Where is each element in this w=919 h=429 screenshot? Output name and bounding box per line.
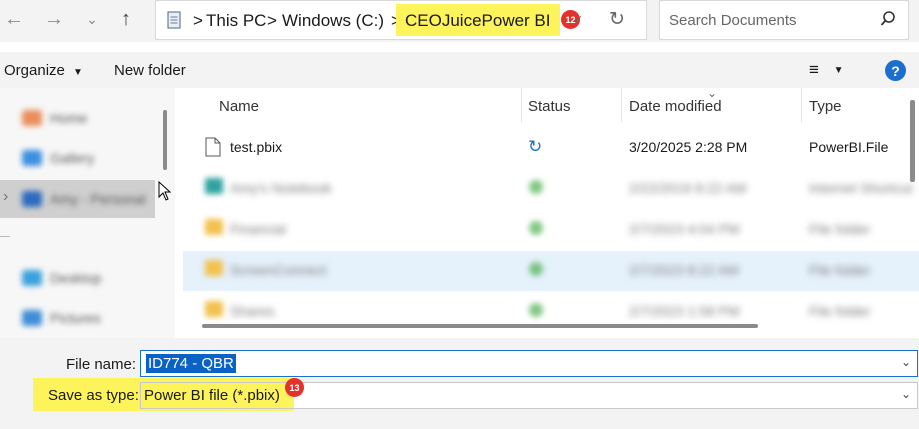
vertical-scrollbar[interactable] [910,100,915,182]
nav-item-label: Gallery [50,150,95,166]
recent-locations-button[interactable]: ⌄ [78,6,106,32]
file-name: Financial [230,221,287,237]
table-row[interactable]: test.pbix ↻ 3/20/2025 2:28 PM PowerBI.Fi… [183,128,919,168]
file-date: 2/22/2019 8:22 AM [629,180,747,196]
document-icon [167,11,181,29]
breadcrumb-ceojuice-power-bi[interactable]: CEOJuicePower BI [405,11,551,31]
step-badge: 13 [285,378,304,397]
search-icon[interactable] [880,10,896,28]
caret-down-icon: ▼ [73,67,83,78]
cloud-icon [22,191,42,207]
nav-item-pictures[interactable]: Pictures [22,307,101,329]
divider [0,236,10,237]
address-bar[interactable]: > This PC > Windows (C:) > CEOJuicePower… [155,0,647,40]
folder-icon [205,260,223,276]
status-icon [529,262,543,276]
file-name-input[interactable]: ID774 - QBR [146,354,236,373]
horizontal-scrollbar[interactable] [202,324,758,328]
chevron-down-icon[interactable]: ⌄ [901,355,911,369]
help-button[interactable]: ? [885,60,906,81]
nav-scrollbar[interactable] [163,110,167,170]
mouse-cursor-icon [158,181,172,201]
table-row[interactable]: Amy's Notebook 2/22/2019 8:22 AM Interne… [183,169,919,209]
nav-item-desktop[interactable]: Desktop [22,267,101,289]
chevron-down-icon[interactable]: ✓ [574,13,583,26]
nav-item-home[interactable]: Home [22,107,87,129]
file-type: File folder [809,303,871,319]
table-row[interactable]: ScreenConnect 2/7/2023 8:22 AM File fold… [183,251,919,291]
file-name: test.pbix [230,139,283,155]
file-name-label: File name: [66,356,137,373]
column-header-name[interactable]: Name [219,98,259,115]
chevron-down-icon: ⌄ [86,10,98,27]
search-box[interactable]: Search Documents [659,0,909,40]
nav-item-onedrive[interactable]: Amy - Personal [22,188,146,210]
list-view-icon: ≡ [809,60,819,79]
arrow-up-icon: ↑ [121,7,131,30]
folder-icon [205,301,223,317]
gallery-icon [22,150,42,166]
file-list: ⌄ Name Status Date modified Type test.pb… [183,88,919,338]
file-name-field[interactable]: ID774 - QBR ⌄ [140,350,918,377]
file-date: 2/7/2023 4:04 PM [629,221,740,237]
file-name: ScreenConnect [230,262,327,278]
breadcrumb-sep: > [193,11,203,30]
shortcut-icon [205,178,223,194]
command-bar: Organize ▼ New folder ≡ ▼ ? [0,52,919,88]
arrow-right-icon: → [44,7,64,30]
status-icon [529,221,543,235]
organize-button[interactable]: Organize ▼ [4,62,83,79]
breadcrumb-this-pc[interactable]: This PC [206,11,266,31]
pictures-icon [22,310,42,326]
caret-down-icon: ▼ [833,65,844,76]
table-row[interactable]: Financial 2/7/2023 4:04 PM File folder [183,210,919,250]
file-date: 3/20/2025 2:28 PM [629,139,748,155]
up-button[interactable]: ↑ [112,6,140,32]
column-divider[interactable] [621,88,622,122]
save-type-select[interactable]: Power BI file (*.pbix) ⌄ [140,382,918,409]
nav-item-gallery[interactable]: Gallery [22,147,94,169]
nav-item-label: Pictures [50,310,101,326]
file-type: File folder [809,262,871,278]
desktop-icon [22,270,42,286]
sync-icon: ↻ [528,137,543,156]
file-date: 2/7/2023 8:22 AM [629,262,739,278]
breadcrumb-windows-c[interactable]: Windows (C:) [282,11,384,31]
home-icon [22,110,42,126]
file-name: Shares [230,303,275,319]
view-options-button[interactable]: ≡ ▼ [809,60,844,80]
folder-icon [205,219,223,235]
file-icon [205,137,221,157]
arrow-left-icon: ← [4,7,24,30]
organize-label: Organize [4,62,65,79]
navigation-pane: › Home Gallery Amy - Personal Desktop Pi… [0,88,175,338]
column-header-type[interactable]: Type [809,98,842,115]
file-type: Internet Shortcut [809,180,913,196]
status-icon [529,303,543,317]
column-header-status[interactable]: Status [528,98,571,115]
column-divider[interactable] [801,88,802,122]
file-type: File folder [809,221,871,237]
search-input[interactable]: Search Documents [669,12,797,29]
refresh-icon[interactable]: ↻ [609,8,625,31]
file-date: 2/7/2023 1:58 PM [629,303,740,319]
chevron-right-icon[interactable]: › [3,188,8,206]
chevron-down-icon[interactable]: ⌄ [901,387,911,401]
column-divider[interactable] [521,88,522,122]
new-folder-button[interactable]: New folder [114,62,186,79]
nav-item-label: Home [50,110,88,126]
file-type: PowerBI.File [809,139,889,155]
status-icon [529,180,543,194]
save-type-value: Power BI file (*.pbix) [144,387,280,404]
nav-item-label: Desktop [50,270,102,286]
back-button[interactable]: ← [0,6,28,32]
file-name: Amy's Notebook [230,180,332,196]
nav-item-label: Amy - Personal [50,191,146,207]
forward-button[interactable]: → [40,6,68,32]
address-toolbar: ← → ⌄ ↑ > This PC > Windows (C:) > CEOJu… [0,0,919,42]
column-header-date[interactable]: Date modified [629,98,722,115]
save-type-label: Save as type: [48,387,139,404]
breadcrumb-sep: > [267,11,277,30]
